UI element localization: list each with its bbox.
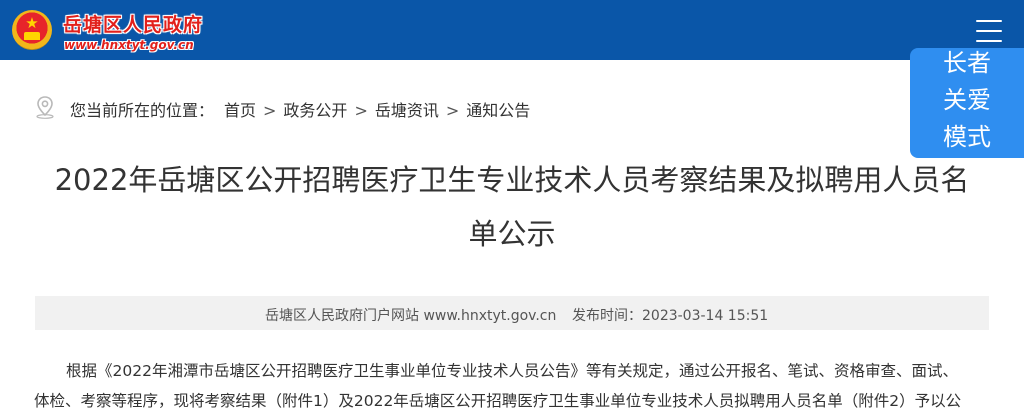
breadcrumb-label: 您当前所在的位置：: [70, 101, 215, 120]
elder-mode-line2: 关爱: [943, 86, 991, 114]
article-paragraph-line2: 体检、考察等程序，现将考察结果（附件1）及2022年岳塘区公开招聘医疗卫生事业单…: [34, 392, 962, 410]
breadcrumb-gov-open[interactable]: 政务公开: [283, 101, 347, 120]
article-title: 2022年岳塘区公开招聘医疗卫生专业技术人员考察结果及拟聘用人员名 单公示: [30, 153, 994, 261]
breadcrumb-home[interactable]: 首页: [224, 101, 256, 120]
article-body: 根据《2022年湘潭市岳塘区公开招聘医疗卫生事业单位专业技术人员公告》等有关规定…: [34, 356, 988, 416]
article-meta-bar: 岳塘区人民政府门户网站 www.hnxtyt.gov.cn 发布时间：2023-…: [35, 296, 989, 330]
breadcrumb-separator: >: [445, 101, 460, 120]
site-url[interactable]: www.hnxtyt.gov.cn: [64, 38, 194, 52]
article-title-line1: 2022年岳塘区公开招聘医疗卫生专业技术人员考察结果及拟聘用人员名: [54, 163, 970, 197]
breadcrumb-yuetang-news[interactable]: 岳塘资讯: [375, 101, 439, 120]
breadcrumb-notices[interactable]: 通知公告: [466, 101, 530, 120]
article-paragraph-line1: 根据《2022年湘潭市岳塘区公开招聘医疗卫生事业单位专业技术人员公告》等有关规定…: [66, 362, 958, 380]
publish-time: 发布时间：2023-03-14 15:51: [572, 308, 769, 324]
article-source: 岳塘区人民政府门户网站 www.hnxtyt.gov.cn: [265, 308, 557, 324]
top-header-bar: ★ 岳塘区人民政府 www.hnxtyt.gov.cn: [0, 0, 1024, 60]
breadcrumb-separator: >: [354, 101, 368, 120]
site-name[interactable]: 岳塘区人民政府: [63, 10, 203, 37]
hamburger-menu-icon[interactable]: [976, 20, 1004, 42]
elder-care-mode-button[interactable]: 长者 关爱 模式: [910, 48, 1024, 158]
elder-mode-line1: 长者: [943, 49, 991, 77]
location-pin-icon: [36, 96, 54, 119]
article-title-line2: 单公示: [468, 217, 556, 251]
breadcrumb-separator: >: [263, 101, 277, 120]
national-emblem-icon: ★: [12, 10, 52, 50]
elder-mode-line3: 模式: [943, 123, 991, 151]
